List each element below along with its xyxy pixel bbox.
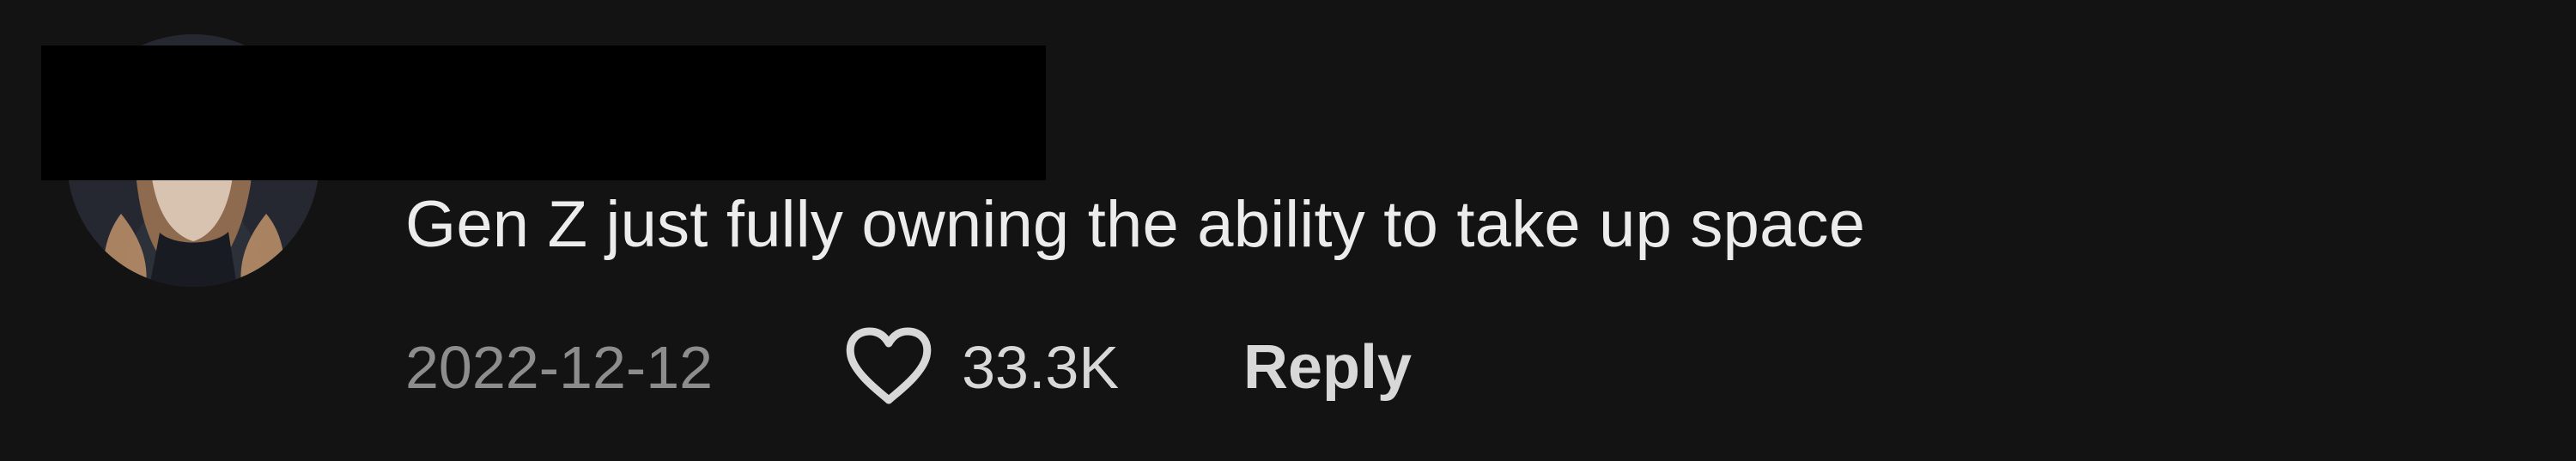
like-count: 33.3K xyxy=(962,334,1120,401)
comment-item: Gen Z just fully owning the ability to t… xyxy=(0,0,2576,461)
like-button[interactable]: 33.3K xyxy=(841,325,1119,410)
comment-meta: 2022-12-12 33.3K Reply xyxy=(405,325,1412,410)
heart-icon[interactable] xyxy=(841,325,936,410)
redaction-bar xyxy=(41,45,1046,180)
comment-text: Gen Z just fully owning the ability to t… xyxy=(405,188,1866,261)
comment-date: 2022-12-12 xyxy=(405,334,714,401)
reply-button[interactable]: Reply xyxy=(1243,325,1412,410)
